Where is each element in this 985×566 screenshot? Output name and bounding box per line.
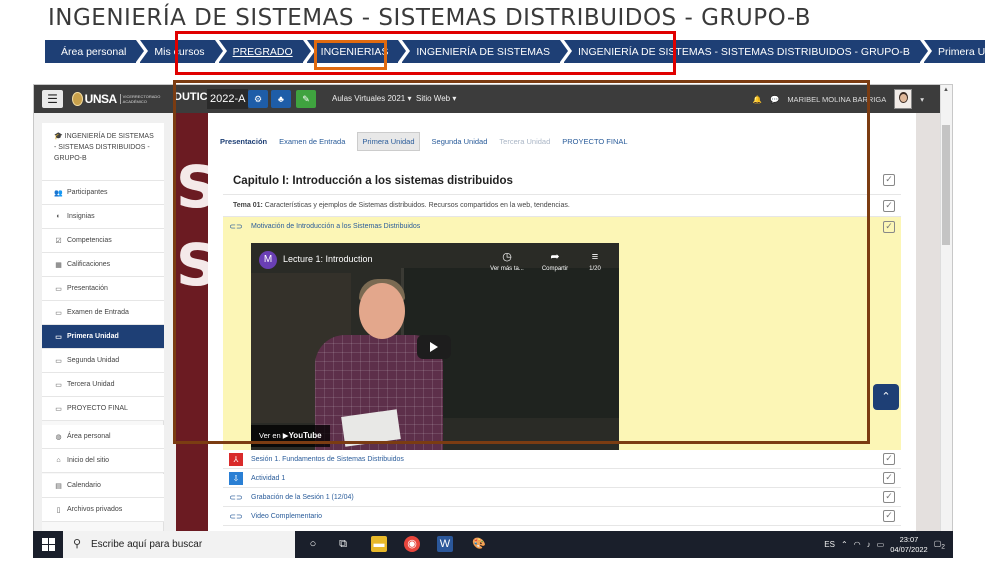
breadcrumb-item-personal[interactable]: Área personal bbox=[45, 40, 145, 63]
sidebar-course-title[interactable]: 🎓 INGENIERÍA DE SISTEMAS - SISTEMAS DIST… bbox=[42, 123, 164, 181]
grades-icon: ▦ bbox=[55, 261, 62, 269]
volume-icon[interactable]: ♪ bbox=[867, 540, 871, 549]
competencies-icon: ☑ bbox=[55, 237, 62, 245]
folder-icon: ▭ bbox=[55, 333, 62, 341]
sidebar-item-badges[interactable]: ◐ Insignias bbox=[42, 205, 164, 229]
completion-checkbox[interactable]: ✓ bbox=[883, 221, 895, 233]
wifi-icon[interactable]: ◠ bbox=[854, 540, 861, 549]
paint-icon[interactable]: 🎨 bbox=[471, 536, 487, 552]
completion-checkbox[interactable]: ✓ bbox=[883, 453, 895, 465]
sidebar-item-proyecto-final[interactable]: ▭ PROYECTO FINAL bbox=[42, 397, 164, 421]
windows-taskbar: ⚲ Escribe aquí para buscar ○ ⧉ ▬ ◉ W 🎨 E… bbox=[33, 531, 953, 558]
notification-icon[interactable]: ▢2 bbox=[934, 539, 945, 551]
dashboard-icon: ◍ bbox=[55, 433, 62, 441]
sidebar-item-competencies[interactable]: ☑ Competencias bbox=[42, 229, 164, 253]
word-icon[interactable]: W bbox=[437, 536, 453, 552]
link-icon: ⊂⊃ bbox=[229, 493, 243, 502]
sidebar-item-segunda-unidad[interactable]: ▭ Segunda Unidad bbox=[42, 349, 164, 373]
windows-start-icon[interactable] bbox=[42, 538, 55, 551]
task-view-icon[interactable]: ⧉ bbox=[335, 536, 351, 552]
sidebar-item-participants[interactable]: 👥 Participantes bbox=[42, 181, 164, 205]
menu-toggle-button[interactable]: ☰ bbox=[42, 90, 63, 108]
home-icon: ⌂ bbox=[56, 457, 61, 464]
completion-checkbox[interactable]: ✓ bbox=[883, 472, 895, 484]
sidebar-item-home[interactable]: ⌂ Inicio del sitio bbox=[42, 449, 164, 473]
clock[interactable]: 23:07 04/07/2022 bbox=[890, 535, 928, 555]
back-to-top-button[interactable]: ⌃ bbox=[873, 384, 899, 410]
completion-checkbox[interactable]: ✓ bbox=[883, 174, 895, 186]
breadcrumb-item-unit[interactable]: Primera Unidad bbox=[923, 40, 985, 63]
sidebar-item-private-files[interactable]: ▯ Archivos privados bbox=[42, 498, 164, 522]
completion-checkbox[interactable]: ✓ bbox=[883, 491, 895, 503]
sidebar-item-grades[interactable]: ▦ Calificaciones bbox=[42, 253, 164, 277]
file-icon: ▯ bbox=[56, 506, 61, 514]
battery-icon[interactable]: ▭ bbox=[877, 540, 885, 549]
calendar-icon: ▤ bbox=[55, 482, 62, 490]
chevron-down-icon[interactable]: ▾ bbox=[920, 95, 924, 104]
folder-icon: ▭ bbox=[55, 309, 62, 317]
sidebar-item-area-personal[interactable]: ◍ Área personal bbox=[42, 425, 164, 449]
activity-pdf-sesion1[interactable]: ⅄ Sesión 1. Fundamentos de Sistemas Dist… bbox=[223, 450, 901, 469]
activity-assignment-1[interactable]: ⇩ Actividad 1 bbox=[223, 469, 901, 488]
page-scrollbar[interactable]: ▲ ▼ bbox=[940, 85, 952, 557]
search-icon: ⚲ bbox=[73, 538, 82, 550]
folder-icon: ▭ bbox=[55, 285, 62, 293]
unsa-logo: UNSA VICERRECTORADO ACADÉMICO bbox=[72, 90, 168, 107]
folder-icon: ▭ bbox=[55, 381, 62, 389]
input-language[interactable]: ES bbox=[824, 540, 835, 549]
chevron-up-icon[interactable]: ⌃ bbox=[841, 540, 848, 549]
sidebar-item-primera-unidad[interactable]: ▭ Primera Unidad bbox=[42, 325, 164, 349]
completion-checkbox[interactable]: ✓ bbox=[883, 200, 895, 212]
annotation-orange-box bbox=[314, 40, 387, 70]
sidebar-item-tercera-unidad[interactable]: ▭ Tercera Unidad bbox=[42, 373, 164, 397]
chrome-icon[interactable]: ◉ bbox=[404, 536, 420, 552]
sidebar-item-calendar[interactable]: ▤ Calendario bbox=[42, 474, 164, 498]
pdf-icon: ⅄ bbox=[229, 453, 243, 466]
scrollbar-thumb[interactable] bbox=[942, 125, 950, 245]
activity-link-grabacion[interactable]: ⊂⊃ Grabación de la Sesión 1 (12/04) bbox=[223, 488, 901, 507]
link-icon: ⊂⊃ bbox=[229, 512, 243, 521]
avatar[interactable] bbox=[894, 89, 913, 109]
participants-icon: 👥 bbox=[54, 189, 63, 197]
course-sidebar: 🎓 INGENIERÍA DE SISTEMAS - SISTEMAS DIST… bbox=[42, 123, 164, 557]
activity-link-video-complementario[interactable]: ⊂⊃ Video Complementario bbox=[223, 507, 901, 526]
folder-icon: ▭ bbox=[55, 405, 62, 413]
cortana-icon[interactable]: ○ bbox=[305, 536, 321, 552]
completion-checkbox[interactable]: ✓ bbox=[883, 510, 895, 522]
scroll-up-icon[interactable]: ▲ bbox=[942, 87, 950, 93]
system-tray: ES ⌃ ◠ ♪ ▭ 23:07 04/07/2022 ▢2 bbox=[824, 531, 945, 558]
annotation-red-box bbox=[175, 31, 676, 75]
badge-icon: ◐ bbox=[56, 213, 61, 220]
taskbar-search-input[interactable]: ⚲ Escribe aquí para buscar bbox=[63, 531, 295, 558]
sidebar-item-presentacion[interactable]: ▭ Presentación bbox=[42, 277, 164, 301]
slide-title: INGENIERÍA DE SISTEMAS - SISTEMAS DISTRI… bbox=[48, 5, 812, 31]
annotation-brown-box bbox=[173, 80, 870, 444]
graduation-cap-icon: 🎓 bbox=[54, 133, 63, 140]
assignment-icon: ⇩ bbox=[229, 472, 243, 485]
file-explorer-icon[interactable]: ▬ bbox=[371, 536, 387, 552]
folder-icon: ▭ bbox=[55, 357, 62, 365]
background-banner-right bbox=[916, 113, 942, 557]
unsa-seal-icon bbox=[72, 91, 83, 106]
sidebar-item-examen[interactable]: ▭ Examen de Entrada bbox=[42, 301, 164, 325]
